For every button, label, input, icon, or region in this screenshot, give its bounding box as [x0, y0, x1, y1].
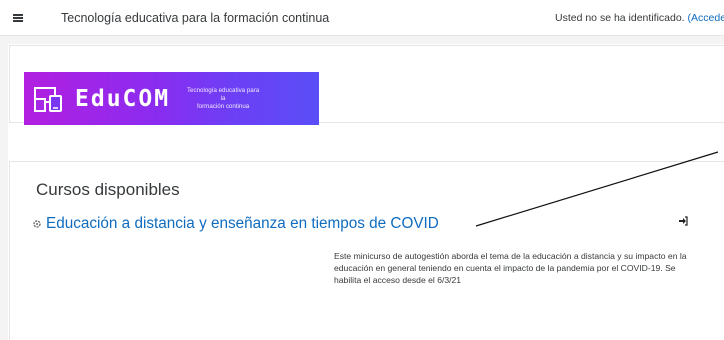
logo-tagline-line1: Tecnología educativa para la: [186, 86, 260, 102]
logo-tagline-line2: formación continua: [196, 102, 250, 110]
devices-icon: [34, 86, 62, 112]
course-icon: [33, 220, 41, 228]
login-info: Usted no se ha identificado. (Accede: [555, 12, 724, 24]
logo-wordmark: EduCOM: [75, 85, 171, 112]
course-summary: Este minicurso de autogestión aborda el …: [334, 251, 687, 286]
login-status-text: Usted no se ha identificado.: [555, 12, 688, 24]
login-icon[interactable]: [678, 216, 688, 226]
menu-toggle-button[interactable]: [8, 9, 28, 27]
frontpage-header: EduCOM Tecnología educativa para la form…: [9, 45, 724, 125]
course-item: Educación a distancia y enseñanza en tie…: [32, 215, 439, 233]
site-title[interactable]: Tecnología educativa para la formación c…: [61, 11, 329, 25]
course-title-link[interactable]: Educación a distancia y enseñanza en tie…: [46, 215, 439, 233]
login-link[interactable]: (Accede: [688, 12, 724, 24]
available-courses-section: Cursos disponibles Educación a distancia…: [9, 161, 724, 340]
site-logo[interactable]: EduCOM Tecnología educativa para la form…: [24, 72, 319, 125]
hamburger-icon: [13, 14, 23, 22]
top-navbar: Tecnología educativa para la formación c…: [0, 0, 724, 36]
courses-heading: Cursos disponibles: [36, 180, 180, 199]
logo-tagline: Tecnología educativa para la formación c…: [184, 87, 262, 111]
